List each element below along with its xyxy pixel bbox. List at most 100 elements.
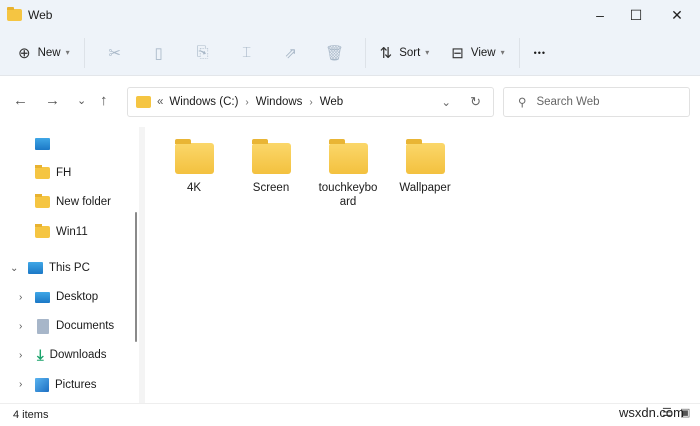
forward-button[interactable]: → bbox=[45, 92, 60, 109]
chevron-down-icon: ▾ bbox=[500, 48, 505, 57]
sidebar-item-downloads[interactable]: ⤓ Downloads bbox=[35, 344, 107, 366]
address-dropdown-button[interactable]: ⌄ bbox=[441, 95, 451, 109]
breadcrumb-item[interactable]: Windows (C:) bbox=[169, 96, 238, 108]
folder-icon bbox=[328, 139, 368, 174]
folder-name: Screen bbox=[252, 182, 290, 194]
divider bbox=[518, 37, 520, 68]
rename-button[interactable]: ⌶ bbox=[225, 38, 269, 68]
this-pc-icon bbox=[28, 262, 43, 274]
folder-item[interactable]: 4K bbox=[159, 139, 229, 195]
command-bar: ⊕ New ▾ ✂ ▯ ⎘ ⌶ ⇗ 🗑 ⇅ Sort ▾ ⊟ View ▾ ••… bbox=[0, 30, 700, 76]
rename-icon: ⌶ bbox=[242, 44, 252, 61]
plus-circle-icon: ⊕ bbox=[18, 44, 31, 62]
folder-icon bbox=[136, 96, 151, 108]
sidebar-item-label: Pictures bbox=[55, 379, 97, 391]
delete-icon: 🗑 bbox=[325, 44, 345, 62]
folder-icon bbox=[405, 139, 445, 174]
navigation-pane: FH New folder Win11 ⌄ This PC › Desktop … bbox=[0, 127, 145, 403]
folder-icon bbox=[35, 165, 50, 179]
sidebar-item-this-pc[interactable]: This PC bbox=[28, 257, 90, 279]
folder-name: 4K bbox=[186, 182, 202, 194]
breadcrumb-item[interactable]: Windows bbox=[256, 96, 303, 108]
view-label: View bbox=[470, 46, 496, 59]
sidebar-item-monitor[interactable] bbox=[35, 133, 56, 155]
refresh-button[interactable]: ↻ bbox=[470, 94, 481, 110]
sidebar-item-documents[interactable]: Documents bbox=[35, 315, 114, 337]
share-button[interactable]: ⇗ bbox=[269, 38, 313, 68]
documents-icon bbox=[37, 318, 49, 334]
chevron-down-icon: ▾ bbox=[425, 48, 430, 57]
search-box[interactable]: ⚲ Search Web bbox=[503, 87, 690, 117]
sidebar-item-pictures[interactable]: Pictures bbox=[35, 374, 97, 396]
sidebar-item-label: Downloads bbox=[49, 349, 107, 361]
chevron-right-icon[interactable]: › bbox=[19, 321, 22, 332]
search-icon: ⚲ bbox=[518, 97, 527, 109]
sidebar-item-desktop[interactable]: Desktop bbox=[35, 286, 98, 308]
new-label: New bbox=[37, 46, 61, 59]
more-button[interactable]: ••• bbox=[528, 38, 552, 68]
sidebar-item-fh[interactable]: FH bbox=[35, 162, 71, 184]
divider bbox=[83, 37, 85, 68]
chevron-down-icon: ▾ bbox=[65, 48, 70, 57]
divider bbox=[364, 37, 366, 68]
search-placeholder: Search Web bbox=[536, 96, 600, 108]
sort-button[interactable]: ⇅ Sort ▾ bbox=[374, 38, 436, 68]
folder-icon bbox=[7, 7, 22, 21]
view-icon: ⊟ bbox=[451, 44, 464, 62]
chevron-right-icon[interactable]: › bbox=[309, 97, 312, 108]
status-bar: 4 items bbox=[0, 403, 700, 426]
address-bar[interactable]: « Windows (C:) › Windows › Web ⌄ ↻ bbox=[127, 87, 494, 117]
chevron-right-icon[interactable]: › bbox=[19, 292, 22, 303]
recent-locations-button[interactable]: ⌄ bbox=[77, 94, 86, 107]
sidebar-item-label: Documents bbox=[56, 320, 115, 332]
sidebar-scrollbar[interactable] bbox=[135, 212, 137, 342]
folder-icon bbox=[35, 194, 50, 208]
chevron-right-icon[interactable]: › bbox=[19, 350, 22, 361]
sidebar-item-label: FH bbox=[56, 167, 72, 179]
watermark: wsxdn.com bbox=[618, 405, 684, 420]
folder-item[interactable]: Screen bbox=[236, 139, 306, 195]
close-button[interactable]: ✕ bbox=[654, 0, 700, 30]
delete-button[interactable]: 🗑 bbox=[313, 38, 357, 68]
sort-icon: ⇅ bbox=[379, 44, 393, 62]
breadcrumb-item[interactable]: Web bbox=[320, 96, 343, 108]
sidebar-item-label: Desktop bbox=[56, 291, 99, 303]
desktop-icon bbox=[35, 291, 50, 303]
sidebar-item-label: New folder bbox=[56, 196, 111, 208]
folder-name: touchkeyboard bbox=[318, 182, 378, 208]
paste-icon: ⎘ bbox=[196, 44, 209, 61]
sidebar-item-label: Win11 bbox=[56, 226, 88, 238]
overflow-crumb[interactable]: « bbox=[157, 96, 163, 108]
folder-icon bbox=[251, 139, 291, 174]
item-count: 4 items bbox=[13, 409, 49, 421]
copy-icon: ▯ bbox=[154, 44, 163, 62]
window-title: Web bbox=[28, 8, 53, 22]
pictures-icon bbox=[35, 378, 49, 392]
folder-item[interactable]: Wallpaper bbox=[390, 139, 460, 195]
share-icon: ⇗ bbox=[284, 44, 297, 62]
back-button[interactable]: ← bbox=[13, 92, 28, 109]
downloads-icon: ⤓ bbox=[37, 346, 44, 364]
sort-label: Sort bbox=[399, 46, 421, 59]
monitor-icon bbox=[35, 138, 50, 150]
new-button[interactable]: ⊕ New ▾ bbox=[12, 38, 76, 68]
cut-icon: ✂ bbox=[108, 44, 121, 62]
chevron-right-icon[interactable]: › bbox=[245, 97, 248, 108]
up-button[interactable]: ↑ bbox=[100, 92, 108, 109]
cut-button[interactable]: ✂ bbox=[93, 38, 137, 68]
view-button[interactable]: ⊟ View ▾ bbox=[445, 38, 510, 68]
chevron-right-icon[interactable]: › bbox=[19, 379, 22, 390]
sidebar-item-new-folder[interactable]: New folder bbox=[35, 191, 111, 213]
folder-icon bbox=[35, 224, 50, 238]
sidebar-item-label: This PC bbox=[49, 262, 90, 274]
paste-button[interactable]: ⎘ bbox=[181, 38, 225, 68]
sidebar-item-win11[interactable]: Win11 bbox=[35, 221, 88, 243]
maximize-button[interactable]: ☐ bbox=[613, 0, 659, 30]
file-view: 4K Screen touchkeyboard Wallpaper bbox=[145, 127, 700, 403]
folder-name: Wallpaper bbox=[399, 182, 451, 194]
chevron-down-icon[interactable]: ⌄ bbox=[10, 263, 18, 274]
title-bar: Web – ☐ ✕ bbox=[0, 0, 700, 30]
folder-item[interactable]: touchkeyboard bbox=[313, 139, 383, 209]
copy-button[interactable]: ▯ bbox=[137, 38, 181, 68]
folder-icon bbox=[174, 139, 214, 174]
